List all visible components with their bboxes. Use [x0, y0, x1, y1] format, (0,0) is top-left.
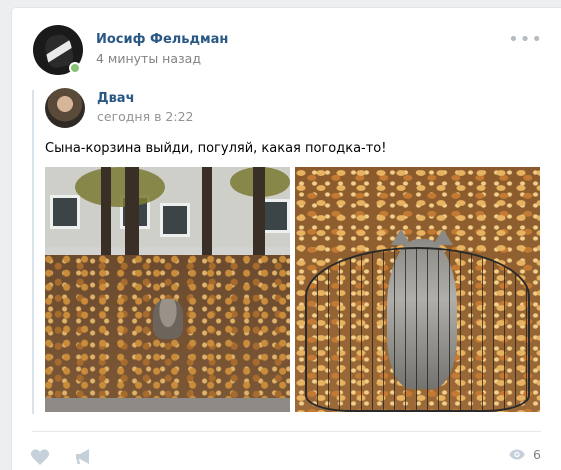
photo-cat-in-leaves[interactable] — [45, 167, 290, 412]
heart-icon — [30, 449, 50, 465]
repost-source-name-link[interactable]: Двач — [97, 91, 135, 106]
views-count: 6 — [533, 447, 541, 462]
megaphone-icon — [76, 449, 89, 464]
online-indicator — [69, 62, 81, 74]
ellipsis-icon[interactable]: ••• — [508, 31, 543, 49]
author-name-link[interactable]: Иосиф Фельдман — [96, 32, 228, 47]
eye-icon — [509, 449, 525, 460]
views-counter: 6 — [509, 447, 541, 462]
photo-cat-in-basket[interactable] — [295, 167, 540, 412]
repost-source-avatar[interactable] — [45, 88, 85, 128]
actions-divider — [32, 431, 541, 432]
share-button[interactable] — [74, 448, 94, 466]
post-time-link[interactable]: 4 минуты назад — [96, 51, 201, 66]
repost-border — [32, 90, 34, 414]
like-button[interactable] — [30, 448, 50, 466]
post-text: Сына-корзина выйди, погуляй, какая погод… — [45, 141, 387, 156]
repost-time-link[interactable]: сегодня в 2:22 — [97, 109, 194, 124]
post-card: Иосиф Фельдман 4 минуты назад ••• Двач с… — [12, 8, 561, 470]
